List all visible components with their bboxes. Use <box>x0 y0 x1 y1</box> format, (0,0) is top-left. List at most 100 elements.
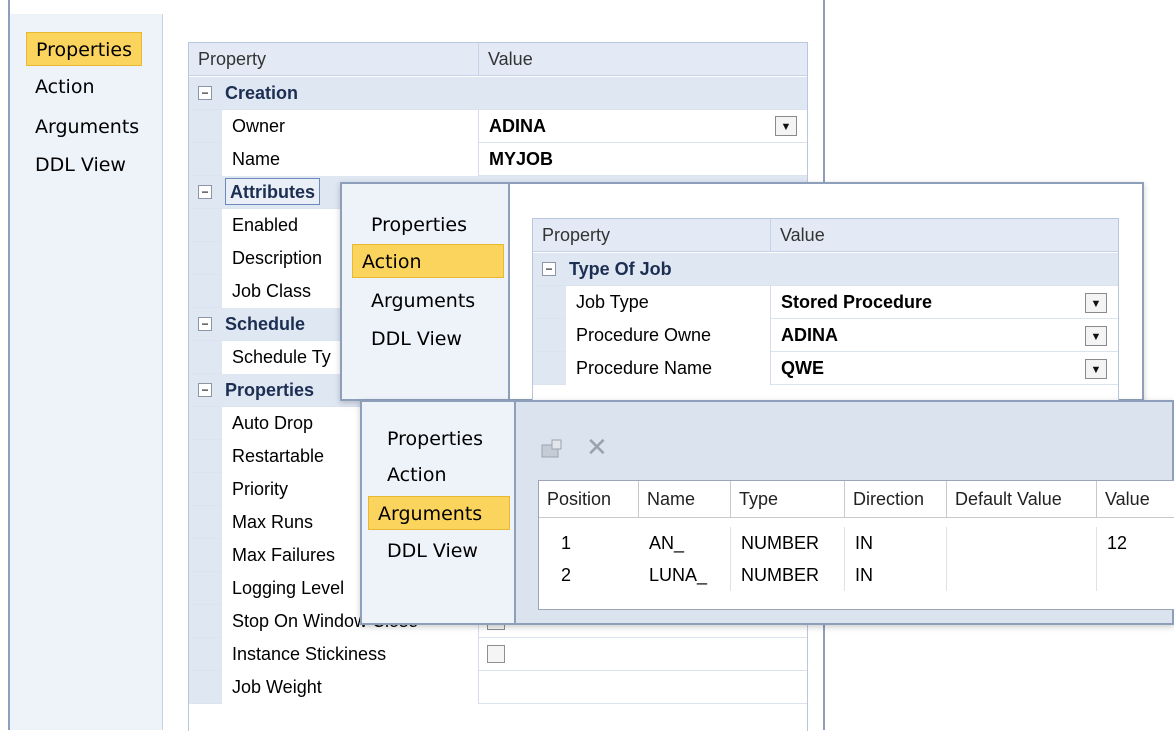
cell-name[interactable]: LUNA_ <box>639 559 731 591</box>
action-panel: Properties Action Arguments DDL View Pro… <box>340 182 1144 401</box>
row-gutter <box>533 319 566 351</box>
row-gutter <box>189 209 222 241</box>
row-gutter <box>189 605 222 637</box>
column-header-type[interactable]: Type <box>731 481 845 517</box>
tab-ddl-view[interactable]: DDL View <box>26 148 135 182</box>
dropdown-arrow-icon[interactable]: ▼ <box>1085 326 1107 346</box>
tab-ddl-view[interactable]: DDL View <box>378 534 487 568</box>
tab-action[interactable]: Action <box>378 458 456 492</box>
row-gutter <box>189 407 222 439</box>
property-value[interactable]: ADINA <box>771 319 1118 352</box>
property-label: Procedure Name <box>566 352 771 385</box>
property-row-owner[interactable]: Owner ADINA ▼ <box>189 110 807 143</box>
arguments-table: Position Name Type Direction Default Val… <box>538 480 1174 610</box>
property-value[interactable]: MYJOB <box>479 143 807 176</box>
cell-default-value[interactable] <box>947 527 1097 559</box>
category-label: Creation <box>225 83 299 103</box>
row-gutter <box>189 143 222 175</box>
tab-properties[interactable]: Properties <box>378 422 492 456</box>
category-label: Attributes <box>225 178 320 205</box>
property-label: Procedure Owne <box>566 319 771 352</box>
tab-action[interactable]: Action <box>26 70 104 104</box>
property-row-job-type[interactable]: Job Type Stored Procedure ▼ <box>533 286 1118 319</box>
value-column-header: Value <box>488 49 533 69</box>
tab-action[interactable]: Action <box>352 244 504 278</box>
cell-position[interactable]: 2 <box>551 559 639 591</box>
row-gutter <box>189 242 222 274</box>
property-column-header: Property <box>542 225 611 245</box>
category-label: Type Of Job <box>569 259 672 279</box>
tab-arguments[interactable]: Arguments <box>368 496 510 530</box>
row-gutter <box>189 506 222 538</box>
table-header-row: Position Name Type Direction Default Val… <box>539 481 1174 518</box>
cell-direction[interactable]: IN <box>845 559 947 591</box>
cell-direction[interactable]: IN <box>845 527 947 559</box>
action-property-grid: Property Value − Type Of Job Job Type St… <box>532 218 1119 400</box>
row-gutter <box>189 638 222 670</box>
collapse-icon[interactable]: − <box>542 262 556 276</box>
property-row-name[interactable]: Name MYJOB <box>189 143 807 176</box>
tab-arguments[interactable]: Arguments <box>26 110 148 144</box>
property-label: Instance Stickiness <box>222 638 479 671</box>
dropdown-arrow-icon[interactable]: ▼ <box>1085 293 1107 313</box>
property-label: Owner <box>222 110 479 143</box>
row-gutter <box>533 286 566 318</box>
category-label: Schedule <box>225 314 306 334</box>
category-creation[interactable]: − Creation <box>189 77 807 110</box>
grid-header-value: Value <box>771 219 1118 252</box>
column-header-default-value[interactable]: Default Value <box>947 481 1097 517</box>
cell-value[interactable] <box>1097 559 1174 591</box>
property-row-job-weight[interactable]: Job Weight <box>189 671 807 704</box>
table-row[interactable]: 2 LUNA_ NUMBER IN <box>539 559 1174 591</box>
collapse-icon[interactable]: − <box>198 383 212 397</box>
collapse-icon[interactable]: − <box>198 185 212 199</box>
row-gutter <box>189 572 222 604</box>
tab-arguments[interactable]: Arguments <box>362 284 484 318</box>
collapse-icon[interactable]: − <box>198 317 212 331</box>
delete-icon[interactable]: ✕ <box>586 432 608 463</box>
tab-properties[interactable]: Properties <box>26 32 143 66</box>
dropdown-arrow-icon[interactable]: ▼ <box>1085 359 1107 379</box>
property-label: Job Weight <box>222 671 479 704</box>
column-header-position[interactable]: Position <box>539 481 639 517</box>
property-row-procedure-name[interactable]: Procedure Name QWE ▼ <box>533 352 1118 385</box>
property-value[interactable]: QWE <box>771 352 1118 385</box>
cell-name[interactable]: AN_ <box>639 527 731 559</box>
row-gutter <box>189 110 222 142</box>
arguments-panel: Properties Action Arguments DDL View ✕ P… <box>360 400 1174 625</box>
cell-value[interactable]: 12 <box>1097 527 1174 559</box>
cell-type[interactable]: NUMBER <box>731 559 845 591</box>
property-value[interactable]: ADINA <box>479 110 807 143</box>
property-label: Name <box>222 143 479 176</box>
property-row-procedure-owner[interactable]: Procedure Owne ADINA ▼ <box>533 319 1118 352</box>
property-label: Job Type <box>566 286 771 319</box>
tab-properties[interactable]: Properties <box>362 208 476 242</box>
cell-position[interactable]: 1 <box>551 527 639 559</box>
property-row-instance-stickiness[interactable]: Instance Stickiness <box>189 638 807 671</box>
row-gutter <box>189 539 222 571</box>
cell-type[interactable]: NUMBER <box>731 527 845 559</box>
row-gutter <box>189 671 222 703</box>
instance-stickiness-checkbox[interactable] <box>487 645 505 663</box>
table-row[interactable]: 1 AN_ NUMBER IN 12 <box>539 527 1174 559</box>
row-gutter <box>189 440 222 472</box>
row-gutter <box>189 275 222 307</box>
column-header-direction[interactable]: Direction <box>845 481 947 517</box>
column-header-name[interactable]: Name <box>639 481 731 517</box>
collapse-icon[interactable]: − <box>198 86 212 100</box>
tab-ddl-view[interactable]: DDL View <box>362 322 471 356</box>
row-gutter <box>189 341 222 373</box>
cell-default-value[interactable] <box>947 559 1097 591</box>
category-label: Properties <box>225 380 315 400</box>
column-header-value[interactable]: Value <box>1097 481 1174 517</box>
value-column-header: Value <box>780 225 825 245</box>
dropdown-arrow-icon[interactable]: ▼ <box>775 116 797 136</box>
grid-header: Property <box>189 43 479 76</box>
row-gutter <box>533 352 566 384</box>
property-column-header: Property <box>198 49 267 69</box>
property-value[interactable]: Stored Procedure <box>771 286 1118 319</box>
category-type-of-job[interactable]: − Type Of Job <box>533 253 1118 286</box>
grid-header-value: Value <box>479 43 807 76</box>
add-argument-icon[interactable] <box>540 438 566 466</box>
add-argument-icon-svg <box>541 439 562 458</box>
